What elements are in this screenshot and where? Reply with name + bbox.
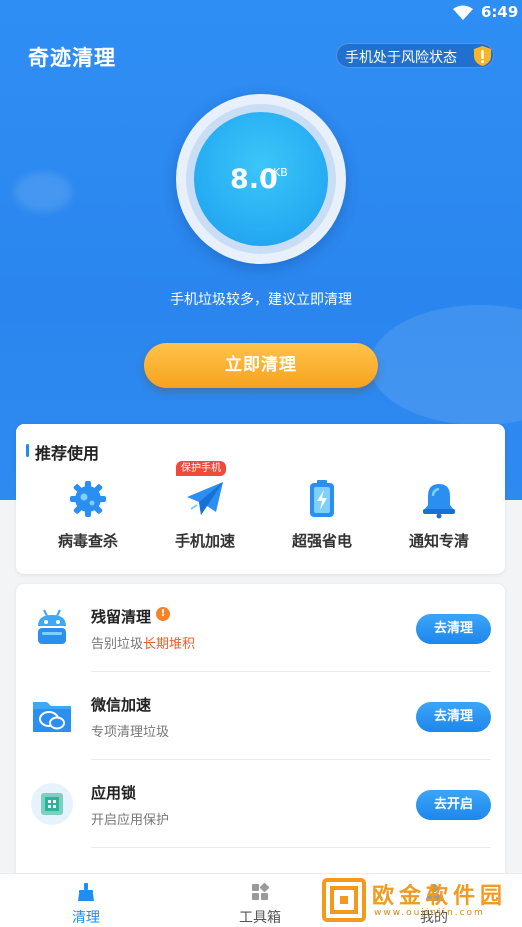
nav-tab-clean[interactable]: 清理 (26, 874, 146, 927)
row-subtitle: 专项清理垃圾 (91, 725, 170, 740)
row-subtitle-highlight: 长期堆积 (143, 637, 196, 652)
row-subtitle: 告别垃圾长期堆积 (91, 637, 196, 652)
broom-icon (78, 883, 94, 901)
virus-gear-icon (70, 481, 106, 517)
battery-icon (310, 480, 334, 517)
feature-list: 残留清理 ! 告别垃圾长期堆积 去清理 微信加速 专项清理垃圾 去清理 应用锁 … (16, 584, 505, 884)
clean-hint: 手机垃圾较多，建议立即清理 (170, 292, 352, 308)
watermark: 欧金软件园 www.oujinjin.com (322, 876, 518, 926)
recommend-label: 通知专清 (408, 532, 469, 550)
list-item-residual-clean[interactable]: 残留清理 ! 告别垃圾长期堆积 去清理 (16, 584, 505, 672)
list-item-app-lock[interactable]: 应用锁 开启应用保护 去开启 (16, 760, 505, 848)
decorative-bubble (14, 172, 72, 212)
watermark-text: 欧金软件园 (372, 884, 508, 909)
row-title: 残留清理 (91, 608, 152, 626)
bell-icon (423, 484, 455, 519)
recommend-item-virus-scan[interactable]: 病毒查杀 (36, 476, 136, 556)
risk-status-badge[interactable]: 手机处于风险状态 (336, 43, 494, 68)
status-time: 6:49 (481, 3, 519, 21)
row-subtitle: 开启应用保护 (91, 813, 170, 828)
app-lock-enable-button[interactable]: 去开启 (416, 790, 491, 820)
warning-shield-icon (474, 46, 491, 66)
app-title: 奇迹清理 (28, 46, 116, 70)
watermark-url: www.oujinjin.com (374, 908, 485, 918)
residual-clean-button[interactable]: 去清理 (416, 614, 491, 644)
android-icon (38, 609, 66, 644)
nav-label: 清理 (72, 910, 100, 926)
recommend-label: 手机加速 (174, 532, 235, 550)
clean-now-button[interactable]: 立即清理 (144, 343, 378, 388)
decorative-bubble (370, 305, 522, 425)
app-lock-icon (31, 783, 73, 825)
list-item-wechat-boost[interactable]: 微信加速 专项清理垃圾 去清理 (16, 672, 505, 760)
junk-size-unit: KB (273, 166, 288, 179)
nav-tab-toolbox[interactable]: 工具箱 (200, 874, 320, 927)
alert-dot-icon: ! (156, 607, 170, 621)
recommend-label: 病毒查杀 (57, 532, 118, 550)
recommend-card: 推荐使用 病毒查杀 手机加速 保护手机 超强省电 通知专清 (16, 424, 505, 574)
recommend-item-notification-clean[interactable]: 通知专清 (387, 476, 487, 556)
recommend-item-power-save[interactable]: 超强省电 (270, 476, 370, 556)
wechat-clean-button[interactable]: 去清理 (416, 702, 491, 732)
toolbox-grid-icon (252, 882, 270, 900)
divider (91, 847, 491, 848)
protect-phone-badge: 保护手机 (176, 461, 226, 476)
risk-status-text: 手机处于风险状态 (345, 50, 457, 66)
wechat-folder-icon (33, 702, 71, 732)
junk-size-value: 8.0 (230, 164, 278, 195)
watermark-logo-icon (322, 878, 366, 922)
recommend-item-phone-boost[interactable]: 手机加速 (153, 476, 253, 556)
status-bar: 6:49 (0, 0, 522, 26)
recommend-label: 超强省电 (291, 532, 352, 550)
row-title: 微信加速 (91, 696, 152, 714)
wifi-icon (453, 5, 473, 20)
recommend-title: 推荐使用 (35, 444, 100, 463)
row-title: 应用锁 (91, 784, 137, 802)
junk-size-gauge: 8.0 KB (176, 94, 346, 264)
nav-label: 工具箱 (239, 910, 281, 926)
paper-plane-icon (187, 482, 223, 515)
